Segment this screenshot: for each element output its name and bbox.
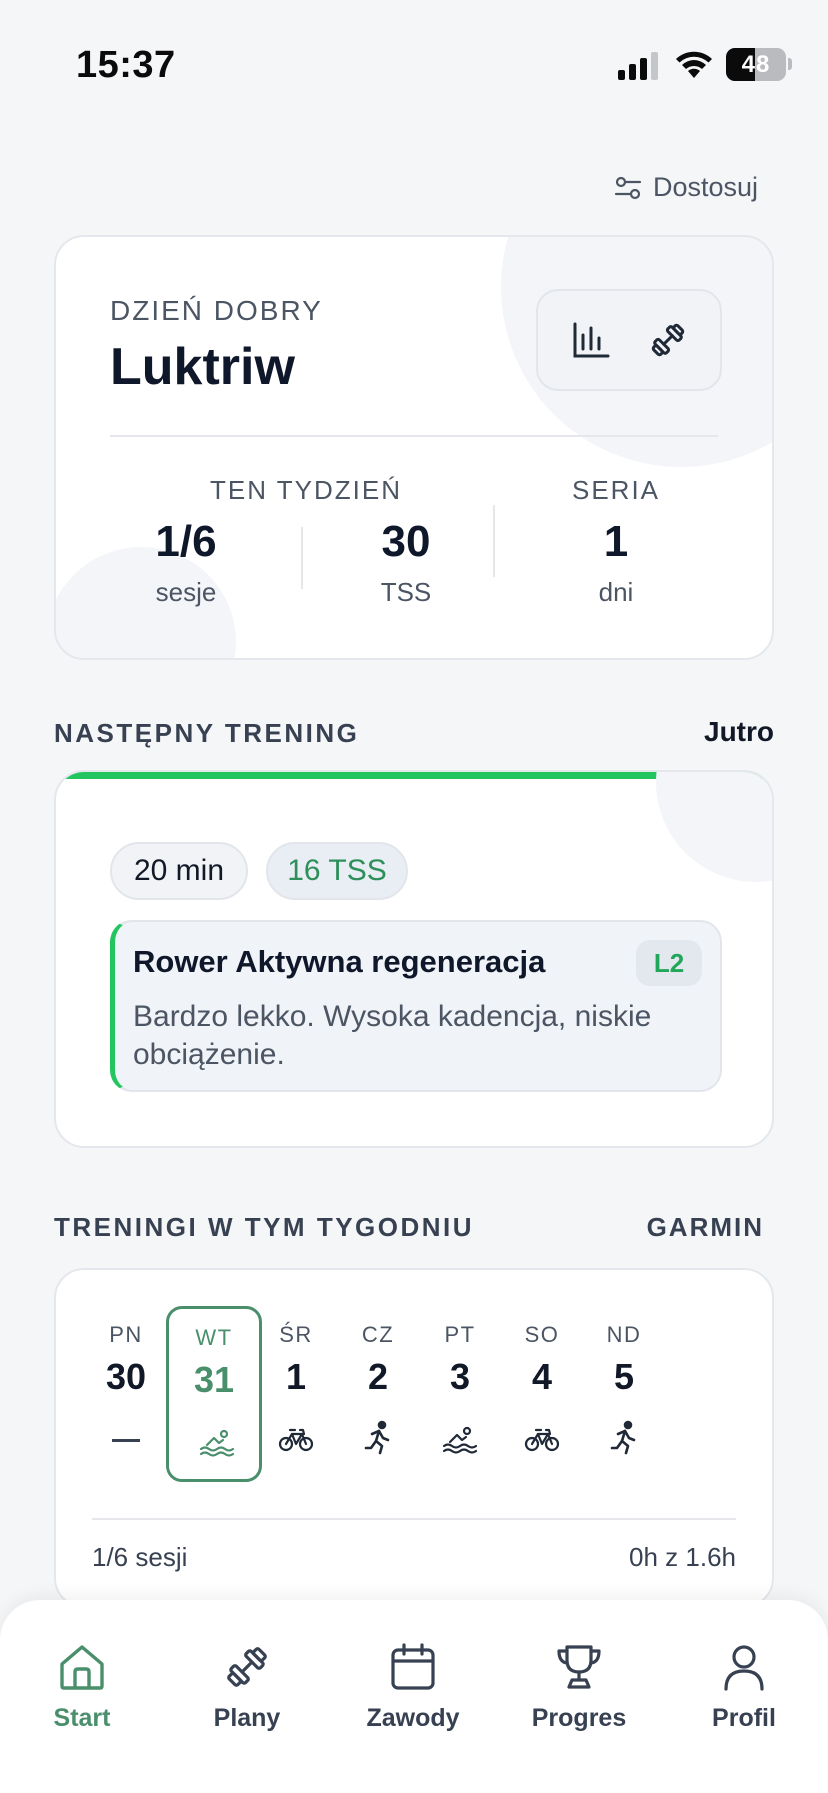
customize-label: Dostosuj bbox=[652, 172, 758, 202]
status-time: 15:37 bbox=[76, 44, 176, 86]
tss-value: 30 bbox=[381, 517, 431, 566]
divider bbox=[301, 527, 303, 589]
app-screen: 15:37 48 Dostosuj DZIEŃ DOBRY Luktriw TE… bbox=[0, 0, 828, 1793]
workout-title: Rower Aktywna regeneracja bbox=[133, 944, 546, 979]
battery-icon: 48 bbox=[726, 48, 786, 81]
swim-icon bbox=[440, 1418, 480, 1458]
sliders-icon bbox=[614, 176, 642, 199]
day-number: 31 bbox=[193, 1359, 235, 1400]
nav-plany[interactable]: Plany bbox=[172, 1640, 322, 1733]
sessions-unit: sesje bbox=[155, 577, 217, 607]
day-number: 5 bbox=[613, 1356, 635, 1397]
battery-tip bbox=[788, 58, 792, 70]
nav-label: Start bbox=[53, 1704, 111, 1732]
battery-percent: 48 bbox=[741, 51, 771, 78]
workout-item[interactable]: Rower Aktywna regeneracja L2 Bardzo lekk… bbox=[110, 920, 722, 1092]
day-abbr: WT bbox=[195, 1325, 233, 1350]
no-workout-dash bbox=[112, 1439, 140, 1442]
home-icon bbox=[7, 1640, 157, 1694]
next-training-card[interactable]: 20 min 16 TSS Rower Aktywna regeneracja … bbox=[54, 770, 774, 1148]
decorative-circle bbox=[656, 772, 772, 882]
duration-pill: 20 min bbox=[110, 842, 248, 900]
week-card: PN 30 WT 31 ŚR 1 CZ 2 PT 3 SO 4 ND 5 1/6 sesji 0h z 1… bbox=[54, 1268, 774, 1608]
day-nd[interactable]: ND 5 bbox=[576, 1306, 672, 1482]
greeting-label: DZIEŃ DOBRY bbox=[110, 295, 323, 326]
divider bbox=[493, 505, 495, 577]
nav-label: Profil bbox=[712, 1704, 776, 1732]
next-training-when: Jutro bbox=[704, 716, 774, 747]
day-pn[interactable]: PN 30 bbox=[78, 1306, 174, 1482]
hours-summary: 0h z 1.6h bbox=[629, 1542, 736, 1572]
user-name: Luktriw bbox=[110, 338, 295, 396]
workout-description: Bardzo lekko. Wysoka kadencja, niskie ob… bbox=[133, 1000, 652, 1071]
cellular-signal-icon bbox=[618, 52, 658, 80]
this-week-label: TEN TYDZIEŃ bbox=[210, 475, 402, 505]
customize-button[interactable]: Dostosuj bbox=[613, 172, 758, 203]
nav-progres[interactable]: Progres bbox=[504, 1640, 654, 1733]
run-icon bbox=[604, 1418, 644, 1458]
calendar-icon bbox=[338, 1640, 488, 1694]
divider bbox=[110, 435, 718, 437]
streak-unit: dni bbox=[598, 577, 634, 607]
divider bbox=[92, 1518, 736, 1520]
bar-chart-icon[interactable] bbox=[570, 319, 612, 361]
user-icon bbox=[669, 1640, 819, 1694]
dumbbell-icon[interactable] bbox=[647, 319, 689, 361]
nav-profil[interactable]: Profil bbox=[669, 1640, 819, 1733]
bike-icon bbox=[522, 1418, 562, 1458]
sessions-summary: 1/6 sesji bbox=[92, 1542, 188, 1572]
day-number: 30 bbox=[105, 1356, 147, 1397]
greeting-card: DZIEŃ DOBRY Luktriw TEN TYDZIEŃ 1/6 sesj… bbox=[54, 235, 774, 660]
week-source[interactable]: GARMIN bbox=[647, 1212, 764, 1243]
run-icon bbox=[358, 1418, 398, 1458]
day-abbr: ND bbox=[606, 1322, 642, 1347]
streak-value: 1 bbox=[603, 517, 629, 566]
nav-label: Progres bbox=[531, 1704, 627, 1732]
bike-icon bbox=[276, 1418, 316, 1458]
wifi-icon bbox=[676, 51, 712, 78]
quick-actions bbox=[536, 289, 722, 391]
week-title: TRENINGI W TYM TYGODNIU bbox=[54, 1212, 475, 1242]
day-abbr: PN bbox=[109, 1322, 143, 1347]
trophy-icon bbox=[504, 1640, 654, 1694]
swim-icon bbox=[197, 1421, 237, 1461]
next-training-title: NASTĘPNY TRENING bbox=[54, 718, 360, 748]
dumbbell-icon bbox=[172, 1640, 322, 1694]
nav-label: Zawody bbox=[366, 1704, 460, 1732]
nav-zawody[interactable]: Zawody bbox=[338, 1640, 488, 1733]
tss-pill: 16 TSS bbox=[266, 842, 408, 900]
sessions-value: 1/6 bbox=[155, 517, 217, 566]
streak-label: SERIA bbox=[571, 475, 661, 505]
nav-start[interactable]: Start bbox=[7, 1640, 157, 1733]
bottom-navigation: Start Plany Zawody Progres Profil bbox=[0, 1600, 828, 1793]
level-badge: L2 bbox=[636, 940, 702, 986]
tss-unit: TSS bbox=[380, 577, 432, 607]
nav-label: Plany bbox=[213, 1704, 281, 1732]
status-bar: 15:37 48 bbox=[0, 0, 828, 130]
